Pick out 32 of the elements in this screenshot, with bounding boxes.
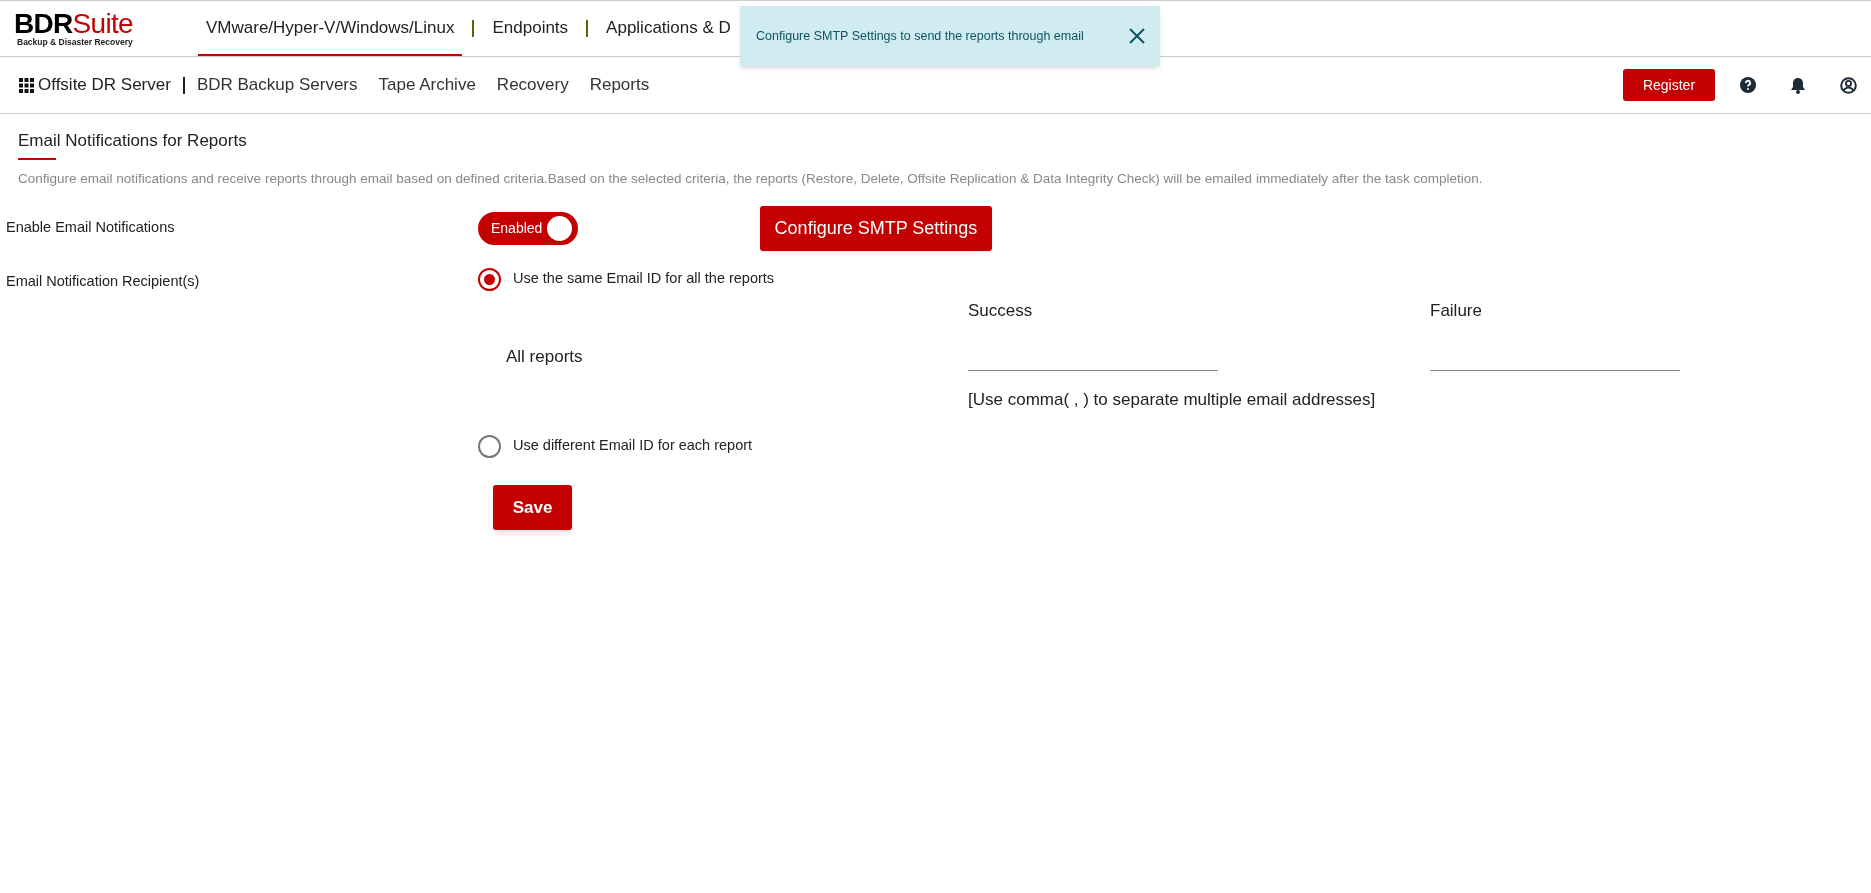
field-label: Enable Email Notifications <box>5 218 176 238</box>
column-heading: Success <box>968 299 1034 322</box>
toast-message: Configure SMTP Settings to send the reports through email <box>756 27 1084 45</box>
hint-text: [Use comma( , ) to separate multiple email addresses] <box>968 389 1377 412</box>
nav-link[interactable]: BDR Backup Servers <box>196 72 358 98</box>
top-tab[interactable]: VMware/Hyper-V/Windows/Linux <box>198 1 463 56</box>
nav-link[interactable]: Reports <box>589 72 650 98</box>
close-icon[interactable] <box>1128 27 1146 45</box>
page-title: Email Notifications for Reports <box>18 131 247 150</box>
nav-link[interactable]: Recovery <box>496 72 569 98</box>
row-label: All reports <box>505 345 584 368</box>
top-tab[interactable]: Applications & D <box>598 1 739 56</box>
apps-grid-icon[interactable] <box>19 77 34 93</box>
radio-option[interactable]: Use different Email ID for each report <box>478 434 1680 458</box>
page-description: Configure email notifications and receive reports through email based on defined criteria.Based on the selected criteria, the reports (Restore, Delete, Offsite Replication & Data Integrity Check) will be emailed immediately after the task completion. <box>18 169 1484 188</box>
brand-logo: BDRSuite <box>14 10 134 39</box>
section-title[interactable]: Offsite DR Server <box>38 72 171 98</box>
help-icon[interactable] <box>1740 77 1756 93</box>
column-heading: Failure <box>1430 299 1483 322</box>
radio-option[interactable]: Use the same Email ID for all the reports <box>478 267 1680 291</box>
top-tab[interactable]: Endpoints <box>484 1 577 56</box>
radio-icon[interactable] <box>478 434 501 458</box>
logo-tagline: Backup & Disaster Recovery <box>16 38 134 47</box>
radio-icon[interactable] <box>478 267 501 291</box>
save-button[interactable]: Save <box>493 484 572 530</box>
field-label: Email Notification Recipient(s) <box>5 271 201 291</box>
bell-icon[interactable] <box>1790 76 1806 94</box>
configure-smtp-button[interactable]: Configure SMTP Settings <box>760 205 992 251</box>
enabled-toggle[interactable]: Enabled <box>478 211 578 245</box>
nav-link[interactable]: Tape Archive <box>378 72 476 98</box>
user-icon[interactable] <box>1840 76 1857 94</box>
register-button[interactable]: Register <box>1623 69 1715 101</box>
